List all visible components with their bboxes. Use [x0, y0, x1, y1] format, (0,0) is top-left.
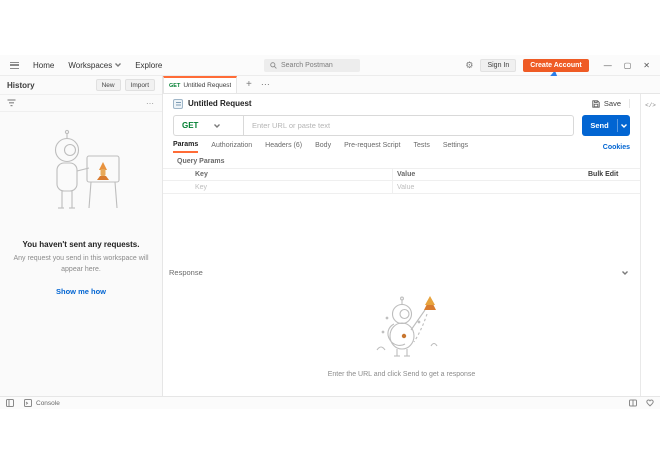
response-empty-caption: Enter the URL and click Send to get a re…	[327, 371, 476, 378]
code-snippet-icon[interactable]: </>	[645, 102, 656, 396]
nav-explore[interactable]: Explore	[135, 61, 162, 70]
send-button[interactable]: Send	[582, 115, 630, 136]
search-icon	[270, 62, 277, 69]
url-input[interactable]	[243, 115, 574, 136]
save-button[interactable]: Save	[592, 99, 630, 108]
minimize-icon[interactable]: —	[604, 61, 612, 70]
request-subtabs: Params Authorization Headers (6) Body Pr…	[173, 140, 630, 154]
key-column-header: Key	[195, 171, 208, 178]
main-workbench: GET Untitled Request + ⋯ </> Untitled Re…	[163, 76, 660, 396]
query-params-table: Key Value Bulk Edit	[163, 168, 640, 194]
value-column-header: Value	[397, 171, 416, 178]
cookies-link[interactable]: Cookies	[603, 144, 630, 151]
response-label: Response	[169, 268, 203, 277]
tab-authorization[interactable]: Authorization	[211, 142, 252, 152]
search-input[interactable]: Search Postman	[264, 59, 360, 72]
tab-body[interactable]: Body	[315, 142, 331, 152]
send-options-icon[interactable]	[617, 119, 630, 132]
topbar: Home Workspaces Explore Search Postman ⚙…	[0, 55, 660, 76]
history-empty-state: You haven't sent any requests. Any reque…	[0, 112, 162, 296]
status-bar: Console	[0, 396, 660, 409]
sidebar-history-panel: History New Import ⋯ You haven't sent an…	[0, 76, 163, 396]
console-button[interactable]: Console	[24, 399, 60, 407]
collapse-response-icon[interactable]	[622, 270, 628, 275]
request-header: Untitled Request Save	[163, 94, 640, 113]
tab-params[interactable]: Params	[173, 141, 199, 153]
request-icon	[173, 98, 183, 109]
response-section-header: Response	[169, 268, 634, 277]
save-icon	[592, 99, 600, 108]
window-controls: — ▢ ✕	[604, 61, 654, 70]
tab-options-icon[interactable]: ⋯	[261, 79, 271, 90]
history-empty-title: You haven't sent any requests.	[22, 240, 140, 249]
table-row	[163, 181, 640, 194]
tab-untitled-request[interactable]: GET Untitled Request	[163, 76, 237, 93]
tab-method-badge: GET	[169, 82, 181, 89]
history-panel-title: History	[7, 80, 35, 90]
chevron-down-icon	[115, 63, 122, 67]
search-placeholder: Search Postman	[281, 62, 333, 69]
bulk-edit-link[interactable]: Bulk Edit	[588, 171, 640, 178]
tab-settings[interactable]: Settings	[443, 142, 468, 152]
close-icon[interactable]: ✕	[643, 61, 650, 70]
import-button[interactable]: Import	[124, 79, 155, 91]
create-account-button[interactable]: Create Account	[523, 59, 589, 72]
tab-title: Untitled Request	[183, 82, 231, 89]
query-params-label: Query Params	[177, 158, 225, 165]
show-me-how-link[interactable]: Show me how	[0, 287, 162, 296]
history-more-icon[interactable]: ⋯	[146, 99, 155, 108]
sign-in-button[interactable]: Sign In	[480, 59, 517, 72]
rocket-launch-illustration	[347, 296, 457, 360]
url-builder: GET Send	[173, 115, 630, 136]
help-icon[interactable]	[646, 399, 654, 407]
menu-icon[interactable]	[10, 61, 19, 69]
request-title: Untitled Request	[188, 99, 252, 108]
key-input[interactable]	[195, 183, 388, 191]
tab-headers[interactable]: Headers (6)	[265, 142, 302, 152]
right-rail: </>	[640, 94, 660, 396]
settings-gear-icon[interactable]: ⚙	[465, 61, 473, 70]
console-icon	[24, 399, 32, 407]
table-header-row: Key Value Bulk Edit	[163, 168, 640, 181]
new-tab-button[interactable]: +	[246, 79, 252, 90]
checkbox-column	[163, 169, 191, 180]
astronaut-illustration	[29, 126, 133, 230]
filter-icon[interactable]	[7, 99, 16, 107]
postman-app-window: Home Workspaces Explore Search Postman ⚙…	[0, 0, 660, 462]
method-select[interactable]: GET	[173, 115, 243, 136]
new-button[interactable]: New	[95, 79, 121, 91]
maximize-icon[interactable]: ▢	[624, 61, 632, 70]
nav-home[interactable]: Home	[33, 61, 54, 70]
chevron-down-icon	[214, 123, 221, 128]
request-tabstrip: GET Untitled Request + ⋯	[163, 76, 660, 94]
tab-pre-request-script[interactable]: Pre-request Script	[344, 142, 400, 152]
toggle-sidebar-icon[interactable]	[6, 399, 14, 407]
response-empty-state: Enter the URL and click Send to get a re…	[163, 288, 640, 378]
tab-tests[interactable]: Tests	[414, 142, 430, 152]
nav-workspaces[interactable]: Workspaces	[68, 61, 122, 70]
value-input[interactable]	[397, 183, 584, 191]
split-pane-icon[interactable]	[629, 399, 637, 407]
row-checkbox[interactable]	[163, 181, 191, 193]
history-empty-subtitle: Any request you send in this workspace w…	[13, 255, 149, 273]
